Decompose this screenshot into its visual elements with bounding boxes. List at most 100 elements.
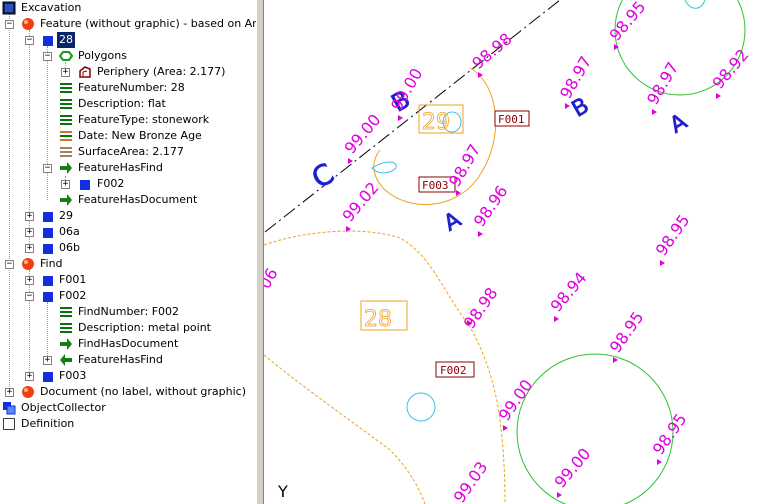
tree-label: Document (no label, without graphic) [40,385,247,398]
excavation-icon [2,1,16,15]
expand-toggle[interactable]: + [61,180,70,189]
object-square-icon [43,212,53,222]
stone-outline [684,0,706,9]
tree-label: 06a [59,225,80,238]
tree-label: FeatureHasFind [78,353,163,366]
object-square-icon [43,228,53,238]
tree-item-featuretype[interactable]: FeatureType: stonework [0,112,256,128]
definition-icon [3,418,15,430]
tree-item-surfacearea[interactable]: SurfaceArea: 2.177 [0,144,256,160]
elevation-label: 98.96 [470,182,512,230]
tree-label: Description: metal point [78,321,211,334]
pane-splitter[interactable] [256,0,264,504]
date-attribute-icon [60,131,72,141]
tree-item-06a[interactable]: + 06a [0,224,256,240]
tree-item-featurenumber[interactable]: FeatureNumber: 28 [0,80,256,96]
collapse-toggle[interactable]: − [43,164,52,173]
tree-item-f002[interactable]: − F002 [0,288,256,304]
elevation-label: 98.95 [606,0,650,45]
section-letter: C [306,157,339,195]
collapse-toggle[interactable]: − [25,36,34,45]
expand-toggle[interactable]: + [61,68,70,77]
collector-icon [3,402,16,415]
collapse-toggle[interactable]: − [43,52,52,61]
elevation-label: 98.97 [556,53,595,102]
tree-label: SurfaceArea: 2.177 [78,145,184,158]
elevation-label: 98.98 [468,29,515,73]
tree-item-f003[interactable]: + F003 [0,368,256,384]
elevation-label: 06 [264,265,282,292]
section-letter: A [666,109,692,138]
tree-label: 29 [59,209,73,222]
tree-item-06b[interactable]: + 06b [0,240,256,256]
tree-item-f002-child[interactable]: + F002 [0,176,256,192]
object-square-icon [43,276,53,286]
tree-item-periphery[interactable]: + Periphery (Area: 2.177) [0,64,256,80]
tree-item-featurehasdocument[interactable]: FeatureHasDocument [0,192,256,208]
tree-item-document[interactable]: + Document (no label, without graphic) [0,384,256,400]
tree-item-findhasdocument[interactable]: FindHasDocument [0,336,256,352]
elevation-label: 98.95 [649,410,691,458]
attribute-lines-icon [60,115,72,125]
tree-item-featurehasfind-reverse[interactable]: + FeatureHasFind [0,352,256,368]
tree-item-objectcollector[interactable]: ObjectCollector [0,400,256,416]
tree-label: Feature (without graphic) - based on Are… [40,17,256,30]
collapse-toggle[interactable]: − [25,292,34,301]
find-ball-icon [22,258,34,270]
tree-item-date[interactable]: Date: New Bronze Age [0,128,256,144]
elevation-label: 99.00 [551,444,595,491]
tree-item-definition[interactable]: Definition [0,416,256,432]
tree-item-featurehasfind[interactable]: − FeatureHasFind [0,160,256,176]
tree-item-28[interactable]: − 28 [0,32,256,48]
expand-toggle[interactable]: + [25,276,34,285]
tree-item-description[interactable]: Description: flat [0,96,256,112]
elevation-label: 98.97 [643,59,682,108]
tree-label: Excavation [21,1,82,14]
collapse-toggle[interactable]: − [5,260,14,269]
expand-toggle[interactable]: + [25,228,34,237]
arrow-right-icon [60,338,72,350]
feature-label: 29 [422,110,450,135]
tree-label: FeatureNumber: 28 [78,81,185,94]
arrow-right-icon [60,162,72,174]
find-label: F002 [440,364,467,377]
tree-item-feature[interactable]: − Feature (without graphic) - based on A… [0,16,256,32]
tree-item-find[interactable]: − Find [0,256,256,272]
tree-item-polygons[interactable]: − Polygons [0,48,256,64]
elevation-label: 98.95 [606,308,648,356]
expand-toggle[interactable]: + [25,244,34,253]
stone-outline [371,161,397,174]
elevation-label: 99.00 [341,110,385,157]
tree-label: 06b [59,241,80,254]
tree-item-excavation[interactable]: Excavation [0,0,256,16]
expand-toggle[interactable]: + [25,372,34,381]
tree-label: FeatureHasDocument [78,193,198,206]
object-tree[interactable]: Excavation − Feature (without graphic) -… [0,0,256,504]
tree-label: Date: New Bronze Age [78,129,202,142]
surface-attribute-icon [60,147,72,157]
tree-label: FindHasDocument [78,337,179,350]
tree-item-findnumber[interactable]: FindNumber: F002 [0,304,256,320]
object-square-icon [43,244,53,254]
tree-label: FeatureType: stonework [78,113,210,126]
map-canvas[interactable]: 29 28 F001 F003 F002 B C A B A Y 98.98 9… [264,0,775,504]
tree-label: FeatureHasFind [78,161,163,174]
tree-item-description-metal[interactable]: Description: metal point [0,320,256,336]
tree-item-f001[interactable]: + F001 [0,272,256,288]
object-square-icon [43,372,53,382]
attribute-lines-icon [60,323,72,333]
elevation-label: 98.98 [460,284,502,332]
polygons-icon [59,51,73,61]
expand-toggle[interactable]: + [43,356,52,365]
feature-ball-icon [22,18,34,30]
collapse-toggle[interactable]: − [5,20,14,29]
tree-label: 28 [57,32,75,48]
expand-toggle[interactable]: + [25,212,34,221]
tree-label: Polygons [78,49,127,62]
elevation-label: 98.92 [709,45,753,92]
tree-label: F003 [59,369,87,382]
object-square-icon [43,36,53,46]
tree-item-29[interactable]: + 29 [0,208,256,224]
expand-toggle[interactable]: + [5,388,14,397]
tree-label: Find [40,257,63,270]
